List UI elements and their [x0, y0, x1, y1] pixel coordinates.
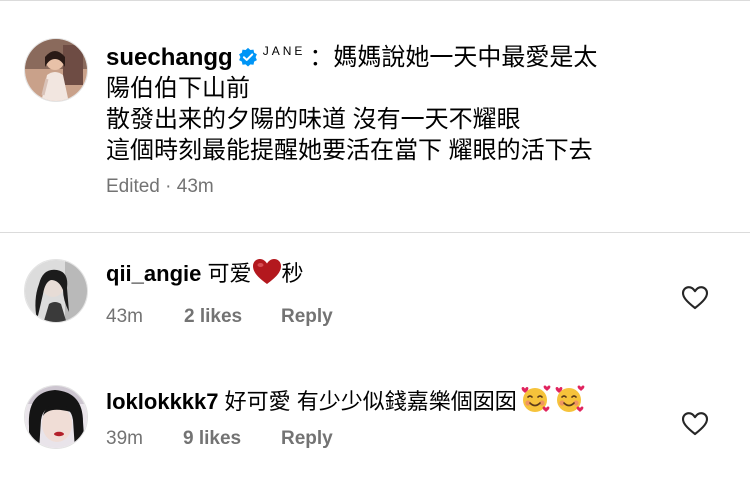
verified-badge-icon [237, 45, 259, 67]
post-author-avatar[interactable] [24, 38, 88, 102]
reply-button[interactable]: Reply [281, 306, 333, 328]
comment-meta: 39m 9 likes Reply [106, 428, 333, 450]
comment-text: loklokkkk7 好可愛 有少少似錢嘉樂個囡囡 [106, 384, 585, 422]
top-border [0, 0, 750, 1]
post-author-username[interactable]: suechangg [106, 44, 233, 71]
heart-outline-icon[interactable] [681, 285, 709, 311]
post-time: 43m [176, 176, 214, 197]
caption-line-4: 這個時刻最能提醒她要活在當下 耀眼的活下去 [106, 137, 593, 164]
post-caption: suechangg JANE ：媽媽說她一天中最愛是太 陽伯伯下山前 散發出来的夕… [106, 36, 736, 166]
comment-time: 39m [106, 428, 143, 449]
heart-outline-icon[interactable] [681, 411, 709, 437]
comment-avatar[interactable] [24, 385, 88, 449]
smiling-face-with-hearts-emoji [553, 384, 585, 422]
edited-label: Edited [106, 176, 160, 197]
meta-separator: · [159, 176, 177, 197]
caption-line-3: 散發出来的夕陽的味道 沒有一天不耀眼 [106, 106, 521, 133]
comment-avatar[interactable] [24, 259, 88, 323]
comment-username[interactable]: qii_angie [106, 261, 201, 286]
likes-count-link[interactable]: 9 likes [183, 428, 241, 450]
likes-count-link[interactable]: 2 likes [184, 306, 242, 328]
smiling-face-with-hearts-emoji [519, 384, 551, 422]
post-meta: Edited · 43m [106, 176, 214, 198]
comment-body: 好可愛 有少少似錢嘉樂個囡囡 [224, 389, 517, 414]
caption-text-1: ：媽媽說她一天中最愛是太 [309, 44, 598, 71]
tagged-name[interactable]: JANE [263, 44, 306, 58]
comment-body-end: 秒 [281, 261, 304, 286]
caption-line-1: suechangg JANE ：媽媽說她一天中最愛是太 [106, 36, 736, 73]
section-divider [0, 232, 750, 233]
red-heart-emoji [252, 258, 282, 294]
comment-time: 43m [106, 306, 143, 327]
comment-body-start: 可爱 [207, 261, 252, 286]
reply-button[interactable]: Reply [281, 428, 333, 450]
comment-meta: 43m 2 likes Reply [106, 306, 333, 328]
comment-username[interactable]: loklokkkk7 [106, 389, 219, 414]
caption-line-2: 陽伯伯下山前 [106, 75, 250, 102]
comment-text: qii_angie 可爱 秒 [106, 258, 304, 294]
